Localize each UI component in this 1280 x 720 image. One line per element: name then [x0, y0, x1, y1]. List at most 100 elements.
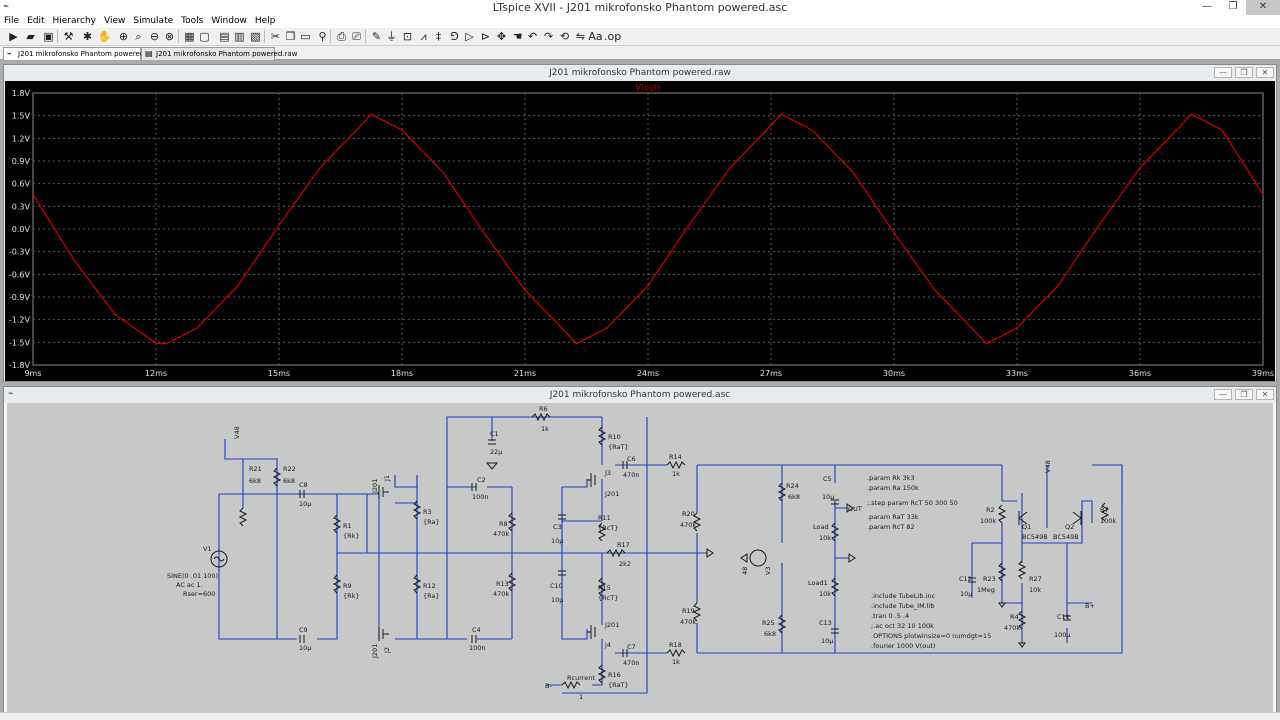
- label-r7: R7: [1100, 506, 1109, 514]
- directive-options: .OPTIONS plotwinsize=0 numdgt=15: [871, 632, 991, 640]
- diode-icon[interactable]: ▷: [462, 29, 477, 44]
- waveform-window-title: J201 mikrofonsko Phantom powered.raw: [4, 65, 1276, 81]
- x-tick-label: 21ms: [514, 369, 536, 378]
- ground-icon[interactable]: ⏚: [384, 29, 399, 44]
- label-r27: R27: [1029, 575, 1042, 583]
- component-icon[interactable]: ⊳: [478, 29, 493, 44]
- y-tick-label: 0.6V: [12, 180, 31, 189]
- control-panel-icon[interactable]: ⚒: [61, 29, 76, 44]
- label-r9-value: {Rk}: [343, 592, 360, 600]
- schematic-drawing[interactable]: V48 R21 6k8 R22 6k8 C8 10µ C9 10µ V1 SIN…: [7, 403, 1273, 713]
- restore-icon[interactable]: ❐: [1235, 389, 1253, 400]
- restore-icon[interactable]: ❐: [1235, 67, 1253, 78]
- save-icon[interactable]: ▣: [41, 29, 56, 44]
- close-window-icon[interactable]: ▧: [248, 29, 263, 44]
- capacitor-icon[interactable]: ‡: [431, 29, 446, 44]
- close-icon[interactable]: ✕: [1256, 67, 1274, 78]
- tile-icon[interactable]: ▢: [197, 29, 212, 44]
- menu-window[interactable]: Window: [207, 15, 251, 28]
- label-r21-value: 6k8: [249, 477, 261, 485]
- cascade-icon[interactable]: ▤: [217, 29, 232, 44]
- menu-tools[interactable]: Tools: [177, 15, 207, 28]
- plot-pane[interactable]: 9ms 12ms 15ms 18ms 21ms 24ms 27ms 30ms 33ms 36ms 3…: [5, 81, 1275, 381]
- directive-step-comment: ;.step param RcT 50 300 50: [867, 499, 958, 507]
- minimize-icon[interactable]: —: [1214, 389, 1232, 400]
- open-icon[interactable]: ▰: [23, 29, 38, 44]
- maximize-icon[interactable]: ❐: [1220, 0, 1246, 15]
- label-r18: R18: [669, 641, 682, 649]
- spice-directive-icon[interactable]: .op: [604, 29, 621, 44]
- drag-icon[interactable]: ☚: [510, 29, 525, 44]
- label-j1: J1: [383, 475, 391, 482]
- label-c3-value: 10µ: [551, 537, 563, 545]
- tab-waveform[interactable]: ▤ J201 mikrofonsko Phantom powered.raw: [141, 47, 297, 60]
- paste-icon[interactable]: ▭: [298, 29, 313, 44]
- schematic-canvas[interactable]: V48 R21 6k8 R22 6k8 C8 10µ C9 10µ V1 SIN…: [7, 403, 1273, 713]
- close-icon[interactable]: ✕: [1246, 0, 1280, 15]
- minimize-icon[interactable]: —: [1214, 67, 1232, 78]
- label-r8-value: 470k: [493, 530, 509, 538]
- zoom-in-icon[interactable]: ⊕: [116, 29, 131, 44]
- print-setup-icon[interactable]: ⎚: [349, 29, 364, 44]
- schematic-icon: ⌁: [7, 49, 12, 58]
- toolbar-separator: [178, 30, 179, 43]
- label-r22: R22: [283, 465, 296, 473]
- run-icon[interactable]: ▶: [6, 29, 21, 44]
- label-r3: R3: [423, 508, 432, 516]
- label-r10: R10: [608, 433, 621, 441]
- label-r4-value: 470k: [1004, 624, 1020, 632]
- menu-hierarchy[interactable]: Hierarchy: [49, 15, 101, 28]
- close-icon[interactable]: ✕: [1256, 389, 1274, 400]
- zoom-out-icon[interactable]: ⊖: [147, 29, 162, 44]
- label-icon[interactable]: ⊡: [400, 29, 415, 44]
- move-icon[interactable]: ✥: [494, 29, 509, 44]
- menu-edit[interactable]: Edit: [23, 15, 48, 28]
- y-tick-label: -0.3V: [9, 248, 31, 257]
- label-r1-value: {Rk}: [343, 532, 360, 540]
- menu-file[interactable]: File: [0, 15, 23, 28]
- run-man-icon[interactable]: ✱: [80, 29, 95, 44]
- zoom-fit-icon[interactable]: ⊗: [162, 29, 177, 44]
- label-r16: R16: [608, 671, 621, 679]
- label-r13: R13: [496, 580, 509, 588]
- inductor-icon[interactable]: ⅁: [447, 29, 462, 44]
- hand-icon[interactable]: ✋: [97, 29, 112, 44]
- label-r13-value: 470k: [493, 590, 509, 598]
- label-c2-value: 100n: [472, 493, 489, 501]
- label-r19-value: 470k: [680, 618, 696, 626]
- label-j1-model: J201: [371, 479, 379, 494]
- zoom-icon[interactable]: ⌕: [131, 29, 146, 44]
- pencil-icon[interactable]: ✎: [369, 29, 384, 44]
- label-load1: Load1: [808, 579, 828, 587]
- x-tick-label: 39ms: [1252, 369, 1274, 378]
- rotate-icon[interactable]: ⟲: [557, 29, 572, 44]
- tab-schematic[interactable]: ⌁ J201 mikrofonsko Phantom powered.asc: [3, 47, 158, 60]
- trace-label[interactable]: V(out): [636, 83, 661, 92]
- label-out: OUT: [848, 505, 862, 513]
- find-icon[interactable]: ⚲: [315, 29, 330, 44]
- label-v48-right: V48: [1044, 460, 1052, 473]
- menu-simulate[interactable]: Simulate: [129, 15, 177, 28]
- label-q1: Q1: [1022, 523, 1031, 531]
- mirror-icon[interactable]: ⇋: [573, 29, 588, 44]
- resistor-icon[interactable]: ⩘: [416, 29, 431, 44]
- menu-view[interactable]: View: [100, 15, 129, 28]
- cut-icon[interactable]: ✂: [268, 29, 283, 44]
- label-r4: R4: [1010, 613, 1019, 621]
- x-tick-label: 30ms: [883, 369, 905, 378]
- label-r6: R6: [539, 405, 548, 413]
- waveform-window: J201 mikrofonsko Phantom powered.raw — ❐…: [3, 64, 1277, 382]
- redo-icon[interactable]: ↷: [541, 29, 556, 44]
- menu-help[interactable]: Help: [251, 15, 280, 28]
- label-r11: R11: [598, 514, 611, 522]
- undo-icon[interactable]: ↶: [525, 29, 540, 44]
- tab-label: J201 mikrofonsko Phantom powered.raw: [156, 50, 298, 58]
- close-all-icon[interactable]: ▥: [232, 29, 247, 44]
- waveform-plot[interactable]: 9ms 12ms 15ms 18ms 21ms 24ms 27ms 30ms 33ms 36ms 3…: [5, 81, 1275, 381]
- text-icon[interactable]: Aa: [588, 29, 603, 44]
- minimize-icon[interactable]: —: [1194, 0, 1220, 15]
- print-icon[interactable]: ⎙: [334, 29, 349, 44]
- copy-icon[interactable]: ❐: [283, 29, 298, 44]
- autorange-icon[interactable]: ▦: [182, 29, 197, 44]
- toolbar: ▶ ▰ ▣ ⚒ ✱ ✋ ⊕ ⌕ ⊖ ⊗ ▦ ▢ ▤ ▥ ▧ ✂ ❐ ▭ ⚲ ⎙ …: [0, 28, 1280, 46]
